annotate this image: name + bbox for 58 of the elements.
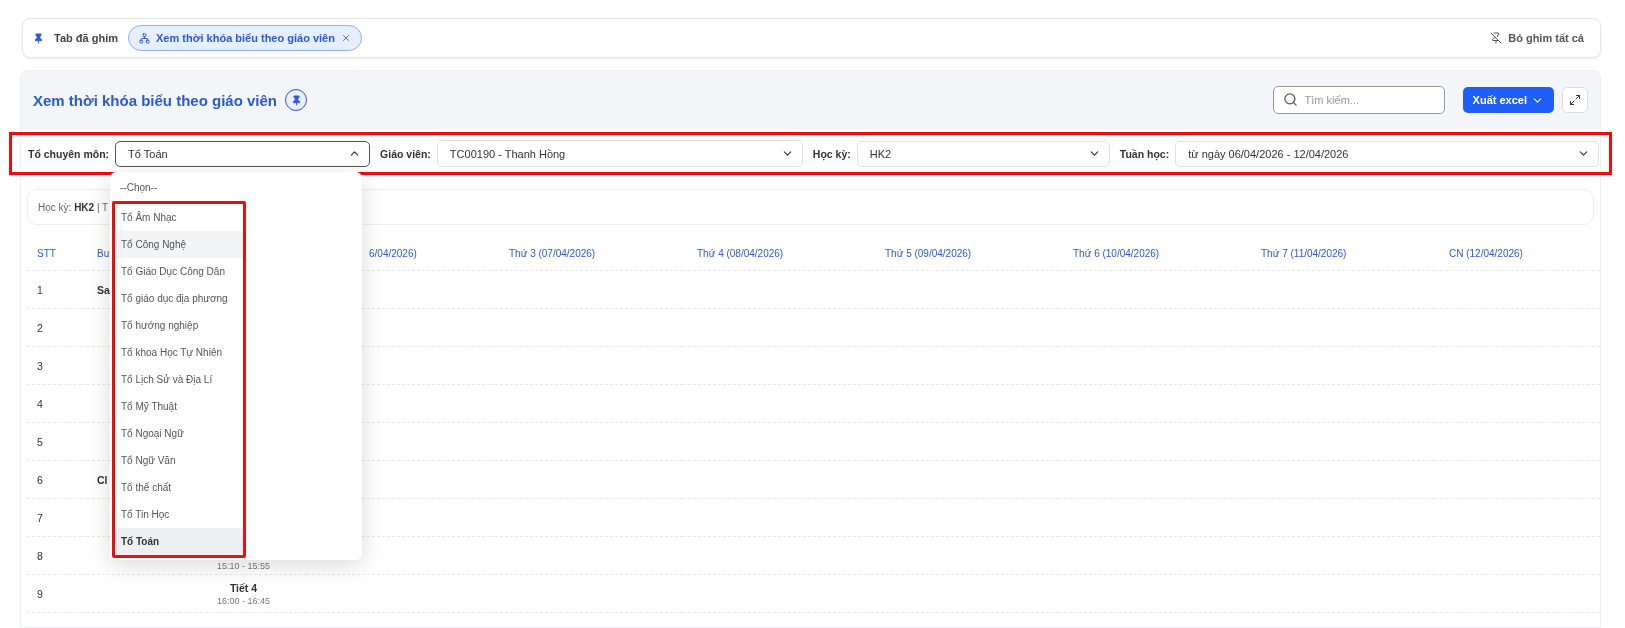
column-header: STT [27, 237, 87, 271]
dropdown-option[interactable]: Tổ Toán [115, 528, 243, 555]
unpin-icon [1490, 32, 1503, 44]
pinned-tabs-label: Tab đã ghim [54, 32, 118, 44]
dropdown-option[interactable]: Tổ Mỹ Thuật [115, 393, 243, 420]
column-header: CN (12/04/2026) [1435, 237, 1600, 271]
row-number: 7 [27, 499, 87, 537]
select-field[interactable]: HK2 [856, 140, 1110, 167]
select-field[interactable]: từ ngày 06/04/2026 - 12/04/2026 [1175, 140, 1599, 167]
filter-label: Học kỳ: [812, 147, 851, 160]
pin-icon [33, 32, 44, 44]
dropdown-option[interactable]: Tổ thể chất [115, 474, 243, 501]
dropdown-option[interactable]: Tổ Lịch Sử và Địa Lí [115, 366, 243, 393]
close-icon[interactable] [340, 33, 351, 43]
row-number: 2 [27, 309, 87, 347]
column-header: Thứ 6 (10/04/2026) [1059, 237, 1247, 271]
row-number: 8 [27, 537, 87, 575]
pinned-tab[interactable]: Xem thời khóa biểu theo giáo viên [127, 25, 362, 51]
info-text: Học kỳ: HK2 | T [38, 201, 109, 213]
row-number: 3 [27, 347, 87, 385]
select-field[interactable]: Tổ Toán [115, 140, 371, 167]
session-cell: Sa [97, 283, 110, 296]
row-number: 4 [27, 385, 87, 423]
row-number: 6 [27, 461, 87, 499]
unpin-all-button[interactable]: Bỏ ghim tất cả [1484, 31, 1590, 45]
dropdown-option[interactable]: Tổ Ngữ Văn [115, 447, 243, 474]
select-field[interactable]: TC00190 - Thanh Hồng [436, 140, 803, 167]
filter-label: Tuần học: [1119, 147, 1170, 160]
export-excel-button[interactable]: Xuất excel [1462, 87, 1554, 113]
hierarchy-icon [138, 32, 150, 44]
filter-label: Tổ chuyên môn: [28, 147, 110, 160]
search-field[interactable]: Tìm kiếm... [1272, 86, 1445, 114]
column-header: Thứ 4 (08/04/2026) [683, 237, 871, 271]
column-header: Thứ 5 (09/04/2026) [871, 237, 1059, 271]
period-time: 15:10 - 15:55 [216, 560, 270, 571]
session-cell: Cl [97, 473, 108, 486]
expand-icon [1569, 94, 1581, 106]
dropdown-option[interactable]: Tổ giáo dục địa phương [115, 285, 243, 312]
pin-icon [290, 94, 302, 106]
dropdown-option[interactable]: Tổ Tin Học [115, 501, 243, 528]
search-icon [1282, 92, 1298, 107]
dropdown-option[interactable]: Tổ khoa Học Tự Nhiên [115, 339, 243, 366]
row-number: 1 [27, 271, 87, 309]
column-header: Thứ 7 (11/04/2026) [1247, 237, 1435, 271]
period-name: Tiết 4 [229, 581, 258, 594]
column-header: Thứ 3 (07/04/2026) [495, 237, 683, 271]
pin-button[interactable] [285, 89, 308, 111]
row-number: 9 [27, 575, 87, 613]
period-time: 16:00 - 16:45 [216, 595, 270, 606]
dropdown-option[interactable]: Tổ Ngoại Ngữ [115, 420, 243, 447]
page-title: Xem thời khóa biểu theo giáo viên [33, 91, 278, 109]
row-number: 5 [27, 423, 87, 461]
dropdown-option[interactable]: Tổ Công Nghệ [115, 231, 243, 258]
fullscreen-button[interactable] [1562, 87, 1588, 113]
dropdown-option[interactable]: --Chọn-- [114, 174, 358, 201]
filter-label: Giáo viên: [380, 147, 431, 160]
dropdown-option[interactable]: Tổ hướng nghiệp [115, 312, 243, 339]
dropdown-option[interactable]: Tổ Âm Nhạc [115, 204, 243, 231]
